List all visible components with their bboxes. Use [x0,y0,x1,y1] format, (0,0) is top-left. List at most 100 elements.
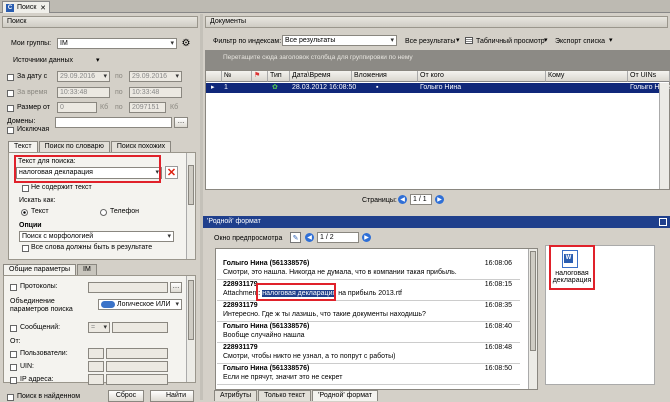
groups-select[interactable]: IM [57,38,177,49]
tab-similar[interactable]: Поиск похожих [110,141,172,152]
data-sources-dropdown[interactable]: Источники данных [13,57,73,64]
row-expand-icon[interactable]: ▸ [211,83,215,93]
protocols-checkbox[interactable] [10,284,17,291]
size-unit-from: Кб [100,104,109,111]
messages-operator[interactable]: = [88,322,110,333]
not-contains-checkbox[interactable] [22,185,29,192]
uin-op[interactable] [88,361,104,372]
text-panel-scrollbar[interactable] [186,153,195,259]
list-item: Голыго Нина (561338576) 16:08:50 Если не… [217,364,520,385]
scrollbar-thumb[interactable] [188,165,194,205]
export-button[interactable]: Экспорт списка [555,38,605,45]
col-expand[interactable] [206,71,222,82]
col-to[interactable]: Кому [546,71,628,82]
view-chevron-icon[interactable]: ▾ [544,36,548,44]
word-document-icon[interactable]: W [562,250,578,268]
msg-text: Смотри, чтобы никто не узнал, а то попру… [223,353,396,360]
close-tab-icon[interactable]: ✕ [40,4,46,12]
reset-button[interactable]: Сброс [108,390,144,402]
results-dropdown[interactable]: Все результаты [405,38,455,45]
uin-checkbox[interactable] [10,364,17,371]
group-by-area[interactable]: Перетащите сюда заголовок столбца для гр… [205,50,670,70]
domains-browse-button[interactable]: … [174,117,188,128]
ip-checkbox[interactable] [10,377,17,384]
protocols-input[interactable] [88,282,168,293]
users-input[interactable] [106,348,168,359]
domains-input[interactable] [55,117,172,128]
table-view-button[interactable]: Табличный просмотр [476,38,545,45]
pane-splitter[interactable] [200,14,203,400]
size-from-input[interactable]: 0 [57,102,97,113]
list-item: 228931179 16:08:35 Интересно. Где ж ты л… [217,301,520,322]
tab-im[interactable]: IM [77,264,97,275]
chevron-down-icon[interactable]: ▾ [96,56,100,64]
time-from-input[interactable]: 10:33:48 [57,87,110,98]
col-flag[interactable]: ⚑ [252,71,268,82]
prev-page-icon[interactable]: ◀ [398,195,407,204]
uin-label: UIN: [20,363,34,370]
size-to-input[interactable]: 2097151 [129,102,166,113]
radio-text[interactable] [21,209,28,216]
date-from-input[interactable]: 29.09.2016 [57,71,110,82]
find-button[interactable]: Найти [150,390,194,402]
tab-attributes-label: Атрибуты [220,392,252,399]
preview-next-icon[interactable]: ▶ [362,233,371,242]
native-format-header: 'Родной' формат [203,216,670,228]
results-chevron-icon[interactable]: ▾ [456,36,460,44]
col-datetime[interactable]: Дата\Время [290,71,352,82]
msg-time: 16:08:50 [484,365,512,372]
ip-op[interactable] [88,374,104,385]
tab-text[interactable]: Текст [8,141,38,152]
tab-dictionary[interactable]: Поиск по словарю [38,141,110,152]
export-chevron-icon[interactable]: ▾ [609,36,613,44]
tab-attributes[interactable]: Атрибуты [214,390,258,401]
time-checkbox[interactable] [7,90,14,97]
filter-select[interactable]: Все результаты [282,35,397,46]
tab-search[interactable]: C Поиск ✕ [2,1,50,13]
date-to-input[interactable]: 29.09.2016 [129,71,182,82]
messages-count-input[interactable] [112,322,168,333]
date-checkbox[interactable] [7,74,14,81]
chat-scrollbar[interactable] [528,249,537,389]
attachment-filename[interactable]: на прибыль 2013.rtf [336,290,402,297]
exclude-checkbox[interactable] [7,127,14,134]
edit-icon[interactable]: ✎ [290,232,301,243]
col-number[interactable]: № [222,71,252,82]
msg-sender: Голыго Нина (561338576) [223,323,310,330]
users-checkbox[interactable] [10,351,17,358]
attachment-file-label[interactable]: налоговая декларация [552,270,592,284]
documents-header: Документы [205,16,668,28]
size-checkbox[interactable] [7,105,14,112]
page-input[interactable]: 1 / 1 [410,194,432,205]
params-scrollbar[interactable] [186,276,195,382]
protocols-browse-button[interactable]: … [170,282,182,293]
exclude-label: Исключая [17,126,50,133]
col-from[interactable]: От кого [418,71,546,82]
chat-scrollbar-thumb[interactable] [530,251,536,351]
tab-native-format[interactable]: 'Родной' формат [312,390,378,401]
col-from-uins[interactable]: От UINs [628,71,670,82]
time-to-input[interactable]: 10:33:48 [129,87,182,98]
ip-input[interactable] [106,374,168,385]
next-page-icon[interactable]: ▶ [435,195,444,204]
preview-prev-icon[interactable]: ◀ [305,233,314,242]
list-item: Голыго Нина (561338576) 16:08:06 Смотри,… [217,259,520,280]
uin-input[interactable] [106,361,168,372]
col-type[interactable]: Тип [268,71,290,82]
params-scrollbar-thumb[interactable] [188,280,194,340]
gear-icon[interactable]: ⚙ [181,38,191,49]
grid-scrollbar[interactable] [659,83,669,189]
options-select[interactable]: Поиск с морфологией [19,231,174,242]
domains-label: Домены: [7,118,36,125]
messages-checkbox[interactable] [10,325,17,332]
tab-text-only[interactable]: Только текст [258,390,312,401]
all-words-checkbox[interactable] [22,245,29,252]
preview-page-input[interactable]: 1 / 2 [317,232,359,243]
users-op[interactable] [88,348,104,359]
col-attachments[interactable]: Вложения [352,71,418,82]
table-row[interactable]: ▸ 1 ✿ 28.03.2012 16:08:50 ▪ Голыго Нина … [206,83,670,93]
radio-phone[interactable] [100,209,107,216]
maximize-icon[interactable] [659,218,667,226]
clear-icon[interactable]: ✕ [165,166,178,179]
tab-general-params[interactable]: Общие параметры [3,264,77,275]
